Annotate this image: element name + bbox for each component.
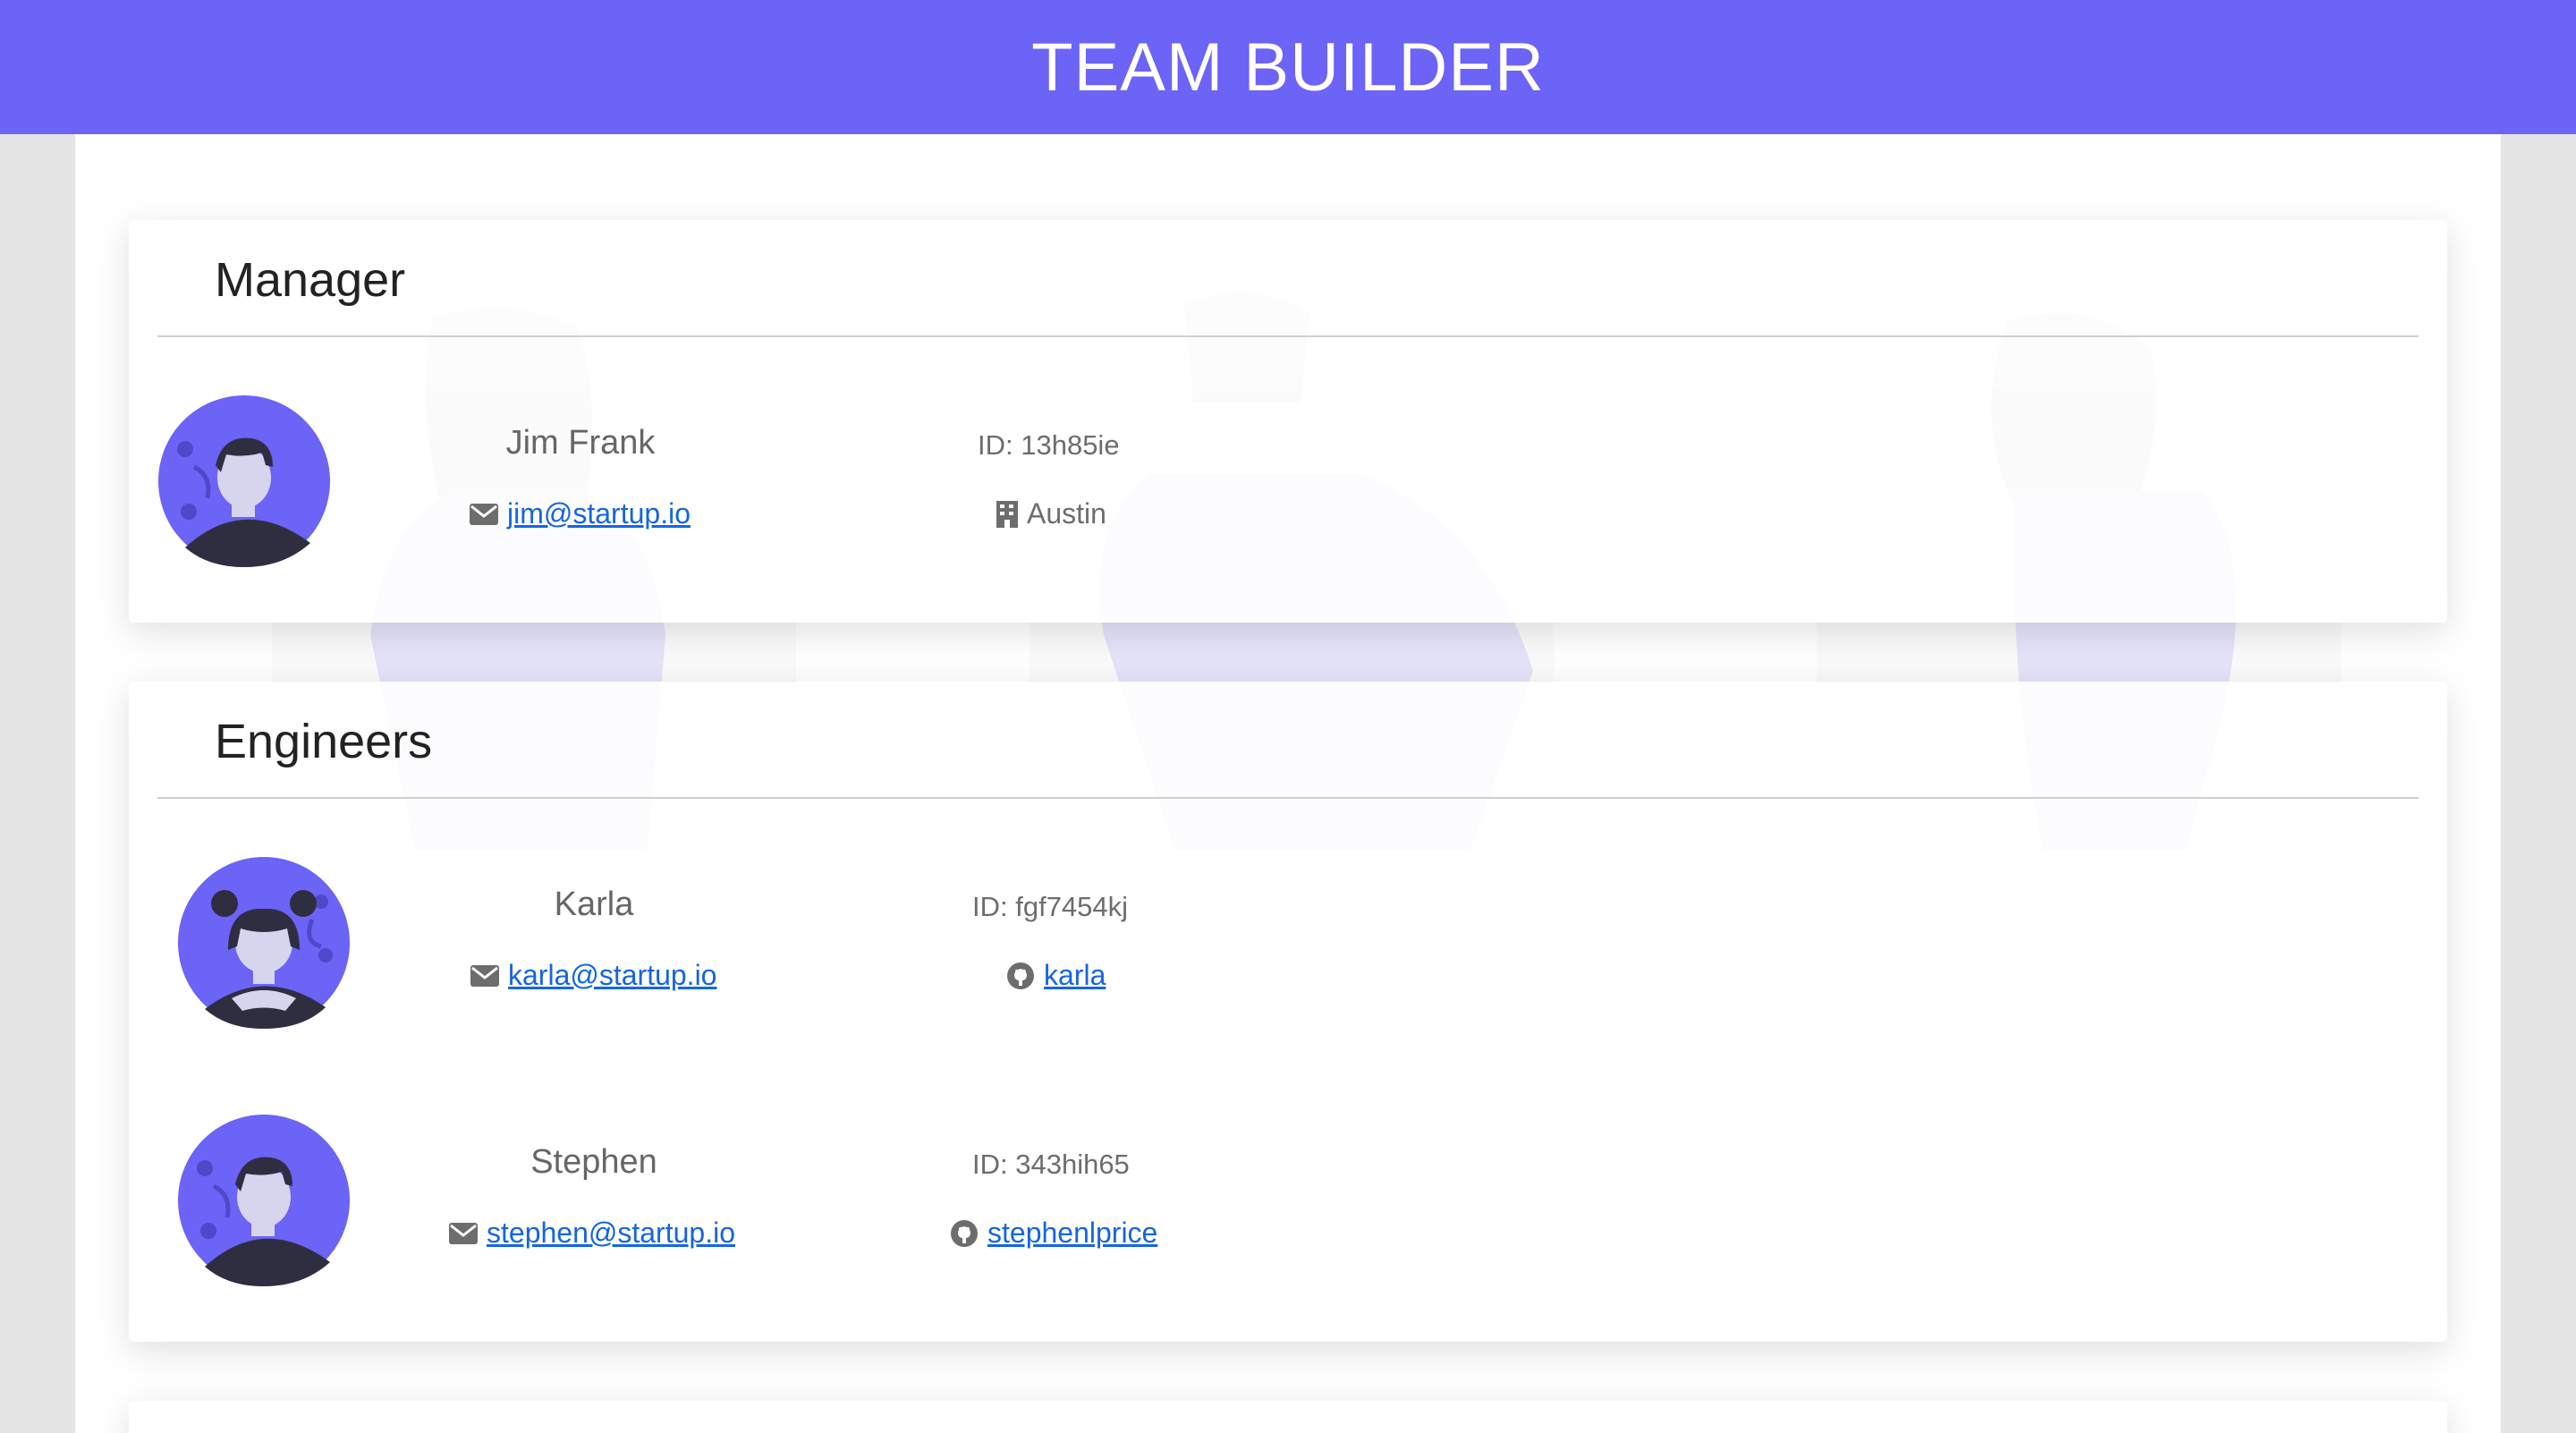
avatar <box>178 857 350 1029</box>
section-divider <box>157 797 2419 799</box>
github-link[interactable]: karla <box>1044 959 1106 992</box>
member-name: Karla <box>554 886 634 923</box>
member-github: stephenlprice <box>950 1217 1157 1250</box>
member-id: ID: 343hih65 <box>972 1149 1130 1180</box>
section-divider <box>157 335 2419 337</box>
member-github: karla <box>1006 959 1106 992</box>
page-title: TEAM BUILDER <box>1031 29 1545 106</box>
github-icon <box>1007 962 1034 989</box>
page-header: TEAM BUILDER <box>0 0 2576 134</box>
member-email: jim@startup.io <box>470 497 691 530</box>
avatar <box>158 395 330 567</box>
office-location: Austin <box>1027 497 1106 530</box>
engineers-section-title: Engineers <box>215 715 433 768</box>
next-section-card <box>129 1401 2447 1433</box>
email-link[interactable]: jim@startup.io <box>507 497 691 530</box>
envelope-icon <box>470 503 498 525</box>
member-name: Jim Frank <box>505 424 656 462</box>
member-id: ID: 13h85ie <box>978 429 1120 461</box>
manager-section-title: Manager <box>215 253 406 307</box>
member-name: Stephen <box>530 1143 657 1181</box>
building-icon <box>996 500 1018 528</box>
manager-card: Manager Jim Frank jim@startup.io ID: 13h… <box>129 220 2447 623</box>
envelope-icon <box>470 964 499 987</box>
member-office: Austin <box>996 497 1106 530</box>
github-icon <box>951 1219 978 1247</box>
member-email: stephen@startup.io <box>449 1217 735 1250</box>
avatar <box>178 1115 350 1286</box>
member-email: karla@startup.io <box>470 959 716 992</box>
engineers-card: Engineers Karla karla@startup.io ID: fgf… <box>129 682 2447 1342</box>
envelope-icon <box>449 1222 478 1244</box>
main-container: Manager Jim Frank jim@startup.io ID: 13h… <box>75 134 2501 1433</box>
github-link[interactable]: stephenlprice <box>987 1217 1157 1250</box>
member-id: ID: fgf7454kj <box>972 891 1129 922</box>
email-link[interactable]: karla@startup.io <box>508 959 716 992</box>
email-link[interactable]: stephen@startup.io <box>487 1217 735 1250</box>
